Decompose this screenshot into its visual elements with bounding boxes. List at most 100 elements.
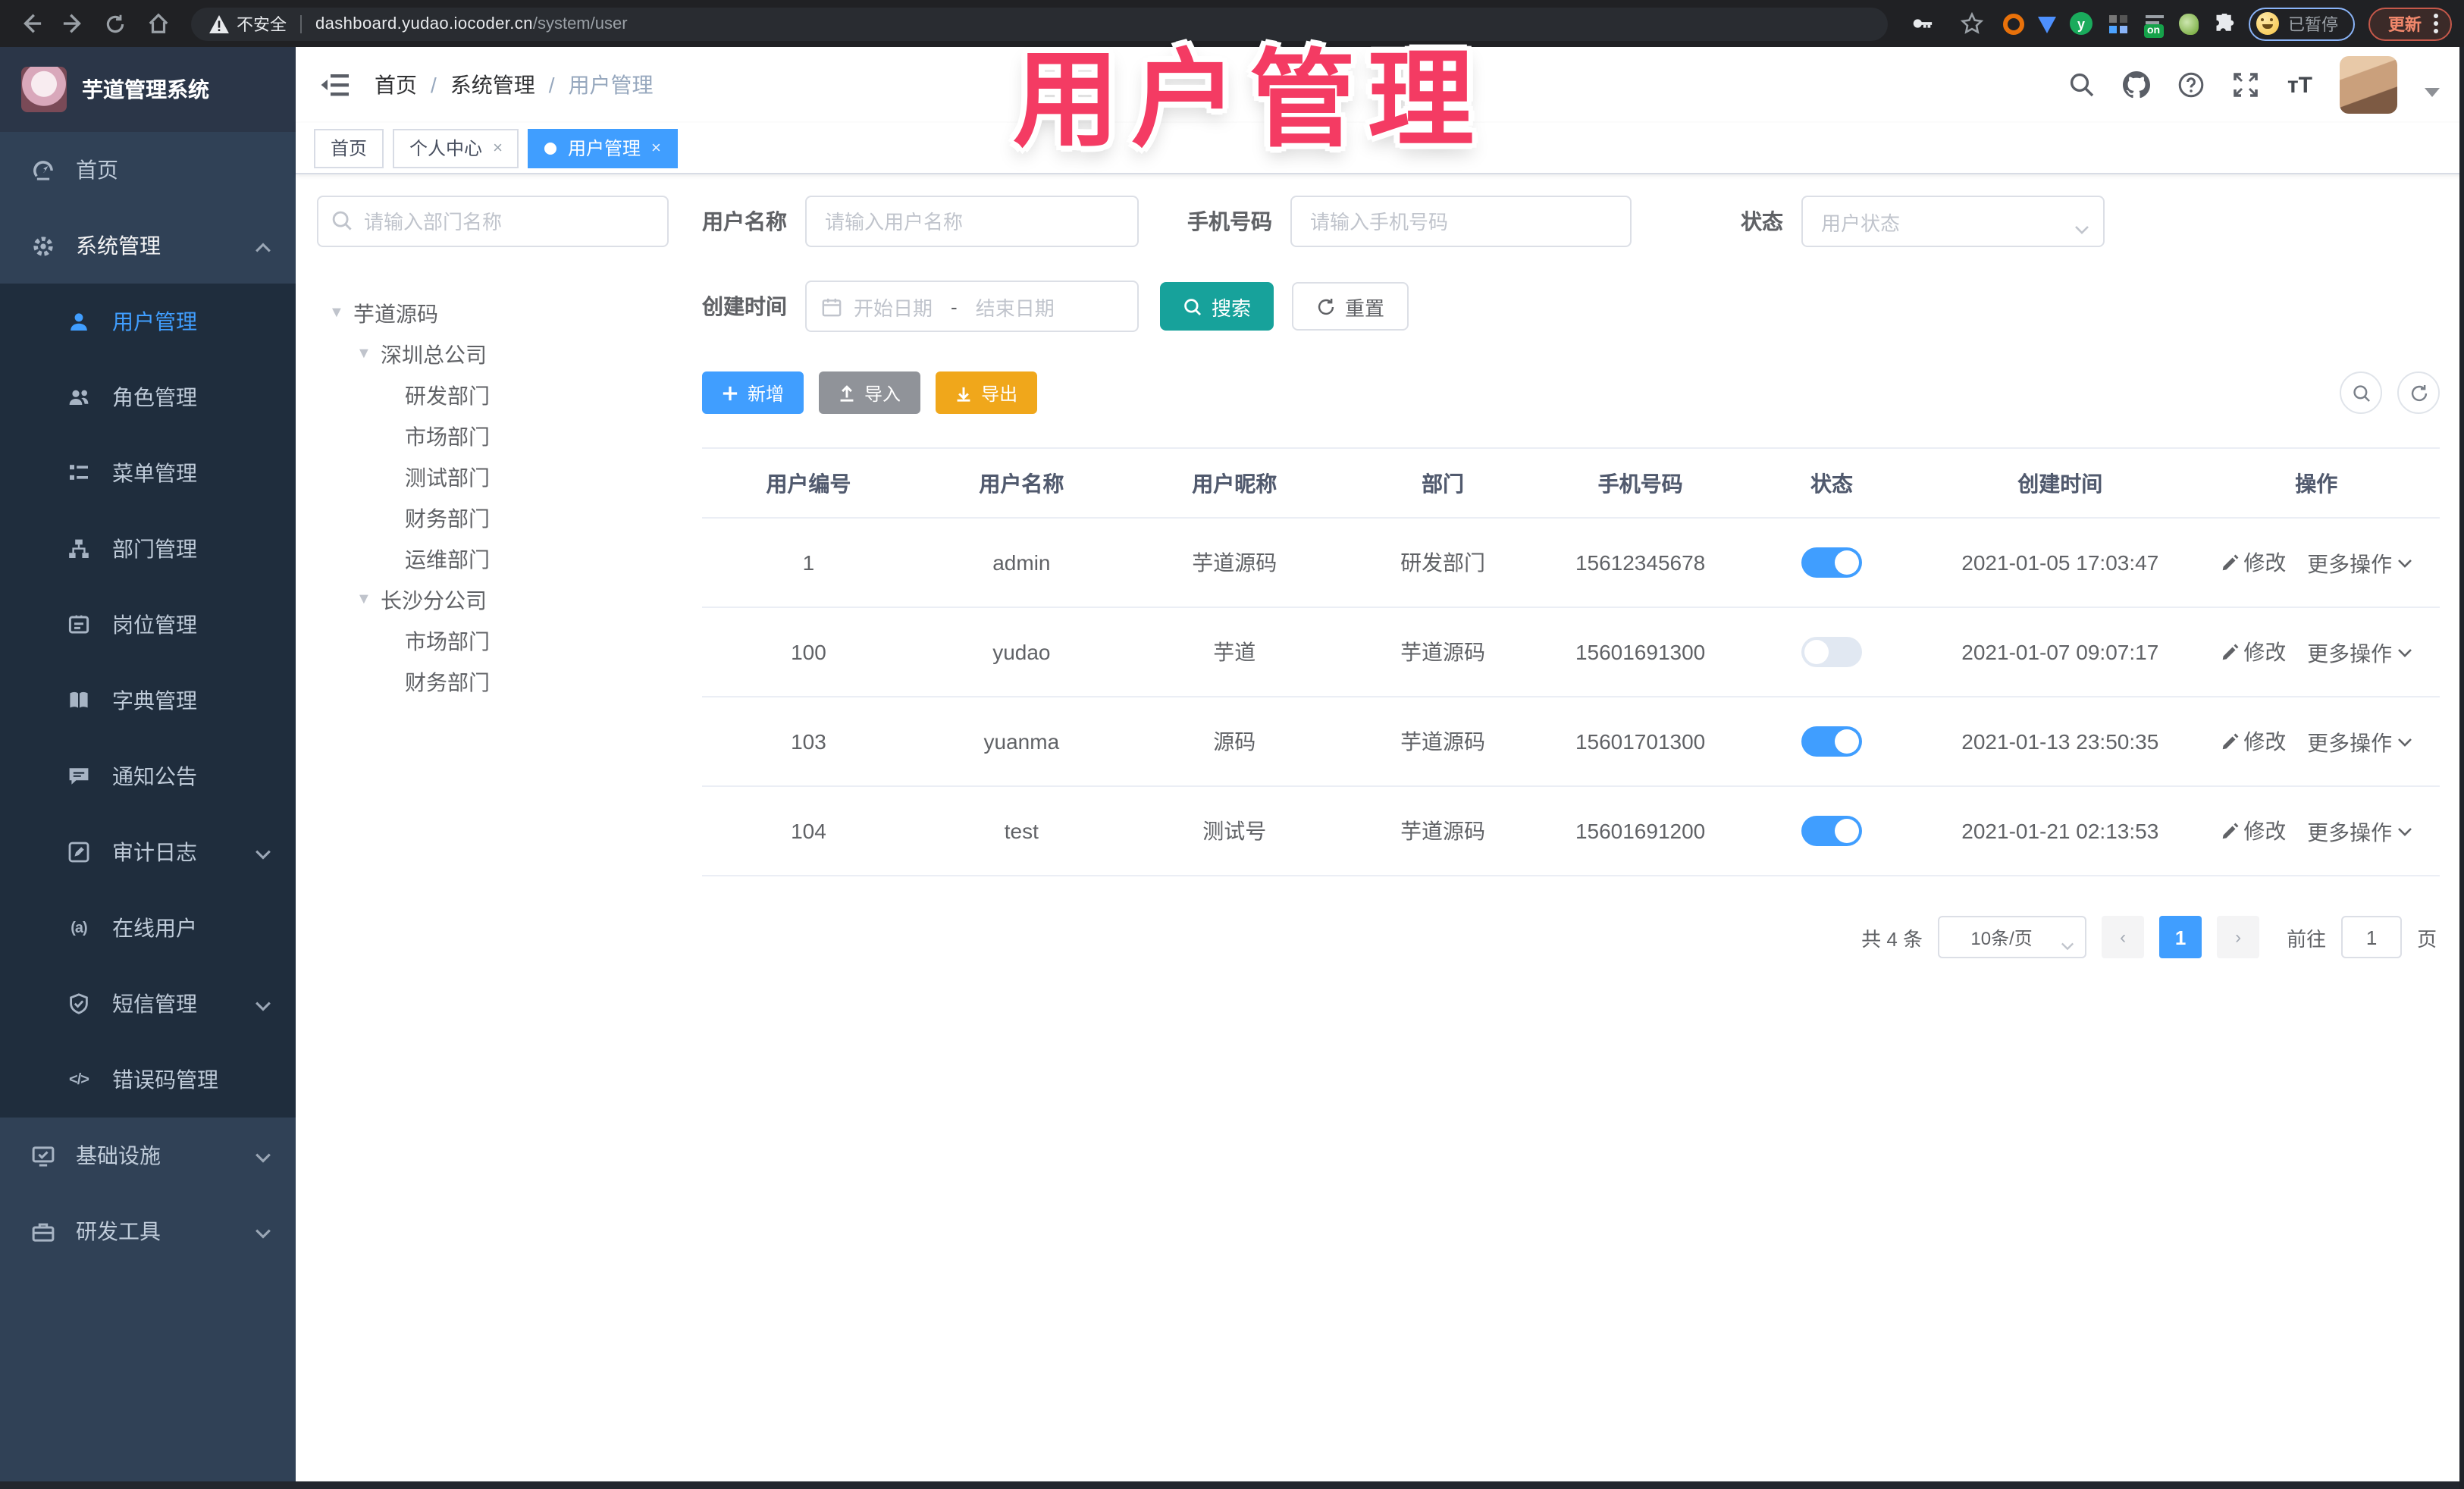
- page-size-select[interactable]: 10条/页: [1938, 916, 2087, 958]
- tree-caret-icon[interactable]: ▼: [356, 591, 381, 608]
- sidebar-item-online-users[interactable]: (a) 在线用户: [0, 890, 296, 966]
- browser-menu-kebab-icon[interactable]: [2434, 14, 2438, 33]
- sidebar-item-sms-management[interactable]: 短信管理: [0, 966, 296, 1042]
- sidebar-item-infrastructure[interactable]: 基础设施: [0, 1118, 296, 1193]
- mobile-input[interactable]: [1290, 196, 1632, 247]
- status-toggle[interactable]: [1801, 547, 1862, 578]
- tab-label: 首页: [331, 138, 368, 159]
- tab-user-management[interactable]: 用户管理 ×: [528, 128, 678, 168]
- tab-close-icon[interactable]: ×: [493, 139, 503, 157]
- sidebar-item-errcode-management[interactable]: </> 错误码管理: [0, 1042, 296, 1118]
- search-button[interactable]: 搜索: [1160, 282, 1274, 331]
- search-icon: [1184, 298, 1202, 315]
- import-button[interactable]: 导入: [819, 371, 921, 414]
- page-1-button[interactable]: 1: [2159, 916, 2202, 958]
- extension-icon-orange-ring[interactable]: [2003, 13, 2024, 34]
- dashboard-icon: [30, 158, 55, 181]
- status-toggle[interactable]: [1801, 637, 1862, 667]
- tree-node[interactable]: 财务部门: [317, 661, 669, 702]
- edit-link[interactable]: 修改: [2221, 636, 2286, 666]
- add-button[interactable]: 新增: [702, 371, 804, 414]
- dept-search-input[interactable]: [317, 196, 669, 247]
- export-button[interactable]: 导出: [936, 371, 1038, 414]
- tree-node[interactable]: ▼ 深圳总公司: [317, 334, 669, 375]
- extensions-puzzle-icon[interactable]: [2212, 12, 2235, 35]
- bookmark-star-icon[interactable]: [1953, 5, 1989, 42]
- extension-icon-blue-gem[interactable]: [2038, 17, 2056, 33]
- tab-close-icon[interactable]: ×: [651, 139, 661, 157]
- sidebar-collapse-button[interactable]: [320, 71, 350, 99]
- sidebar-item-audit-log[interactable]: 审计日志: [0, 814, 296, 890]
- edit-link[interactable]: 修改: [2221, 547, 2286, 577]
- dept-tree-panel: ▼芋道源码 ▼深圳总公司 研发部门 市场部门 测试部门 财务部门 运维部门 ▼长…: [317, 196, 669, 1481]
- sidebar-item-dept-management[interactable]: 部门管理: [0, 511, 296, 587]
- font-size-icon[interactable]: тT: [2287, 72, 2312, 98]
- sidebar-item-home[interactable]: 首页: [0, 132, 296, 208]
- github-icon[interactable]: [2123, 71, 2151, 99]
- sidebar-item-user-management[interactable]: 用户管理: [0, 284, 296, 359]
- more-actions-dropdown[interactable]: 更多操作: [2307, 638, 2412, 668]
- reset-button[interactable]: 重置: [1292, 282, 1409, 331]
- status-select-placeholder: 用户状态: [1821, 212, 1901, 234]
- sidebar-item-dict-management[interactable]: 字典管理: [0, 663, 296, 738]
- browser-back-button[interactable]: [12, 5, 49, 42]
- header-search-icon[interactable]: [2069, 71, 2096, 99]
- goto-page-input[interactable]: [2341, 916, 2403, 958]
- avatar-caret-icon[interactable]: [2425, 88, 2440, 97]
- announcement-icon: [67, 766, 91, 787]
- username-input[interactable]: [805, 196, 1139, 247]
- tree-node[interactable]: 市场部门: [317, 620, 669, 661]
- page-unit-label: 页: [2417, 927, 2437, 950]
- sidebar-item-post-management[interactable]: 岗位管理: [0, 587, 296, 663]
- extension-icon-green-y[interactable]: y: [2070, 12, 2093, 35]
- edit-link[interactable]: 修改: [2221, 815, 2286, 845]
- user-avatar[interactable]: [2340, 56, 2397, 114]
- tree-node[interactable]: 研发部门: [317, 375, 669, 415]
- tree-node[interactable]: 测试部门: [317, 456, 669, 497]
- tree-node[interactable]: 财务部门: [317, 497, 669, 538]
- browser-reload-button[interactable]: [97, 5, 133, 42]
- edit-label: 修改: [2243, 639, 2287, 663]
- sidebar-item-notice[interactable]: 通知公告: [0, 738, 296, 814]
- tree-node[interactable]: 运维部门: [317, 538, 669, 579]
- more-actions-label: 更多操作: [2307, 641, 2393, 665]
- profile-paused-chip[interactable]: 已暂停: [2249, 7, 2355, 40]
- sidebar-item-system[interactable]: 系统管理: [0, 208, 296, 284]
- browser-update-button[interactable]: 更新: [2368, 7, 2452, 40]
- security-indicator[interactable]: 不安全: [209, 11, 287, 36]
- extension-icon-green-sprout[interactable]: [2179, 13, 2199, 34]
- sidebar-item-role-management[interactable]: 角色管理: [0, 359, 296, 435]
- more-actions-dropdown[interactable]: 更多操作: [2307, 727, 2412, 757]
- tab-profile[interactable]: 个人中心 ×: [393, 128, 519, 168]
- sidebar-item-menu-management[interactable]: 菜单管理: [0, 435, 296, 511]
- next-page-button[interactable]: ›: [2217, 916, 2260, 958]
- help-icon[interactable]: [2178, 71, 2205, 99]
- password-key-icon[interactable]: [1903, 5, 1939, 42]
- tree-node[interactable]: ▼ 长沙分公司: [317, 579, 669, 620]
- sidebar-item-devtools[interactable]: 研发工具: [0, 1193, 296, 1269]
- date-range-picker[interactable]: 开始日期 - 结束日期: [805, 281, 1139, 332]
- tree-node[interactable]: 市场部门: [317, 415, 669, 456]
- more-actions-dropdown[interactable]: 更多操作: [2307, 817, 2412, 847]
- prev-page-button[interactable]: ‹: [2102, 916, 2145, 958]
- refresh-table-button[interactable]: [2397, 371, 2440, 414]
- extension-icon-grid[interactable]: [2106, 12, 2129, 35]
- tree-caret-icon[interactable]: ▼: [356, 346, 381, 362]
- edit-link[interactable]: 修改: [2221, 726, 2286, 756]
- browser-home-button[interactable]: [140, 5, 176, 42]
- tab-home[interactable]: 首页: [314, 128, 384, 168]
- breadcrumb-system[interactable]: 系统管理: [450, 70, 535, 100]
- sidebar-item-label: 用户管理: [112, 309, 197, 334]
- more-actions-dropdown[interactable]: 更多操作: [2307, 548, 2412, 578]
- browser-forward-button[interactable]: [55, 5, 91, 42]
- status-select[interactable]: 用户状态: [1801, 196, 2105, 247]
- toggle-search-button[interactable]: [2340, 371, 2383, 414]
- extension-icon-on-badge[interactable]: on: [2143, 12, 2165, 38]
- app-logo[interactable]: 芋道管理系统: [0, 47, 296, 132]
- status-toggle[interactable]: [1801, 726, 1862, 757]
- tree-caret-icon[interactable]: ▼: [329, 305, 353, 321]
- breadcrumb-home[interactable]: 首页: [375, 70, 417, 100]
- fullscreen-icon[interactable]: [2233, 71, 2260, 99]
- status-toggle[interactable]: [1801, 816, 1862, 846]
- tree-node[interactable]: ▼ 芋道源码: [317, 293, 669, 334]
